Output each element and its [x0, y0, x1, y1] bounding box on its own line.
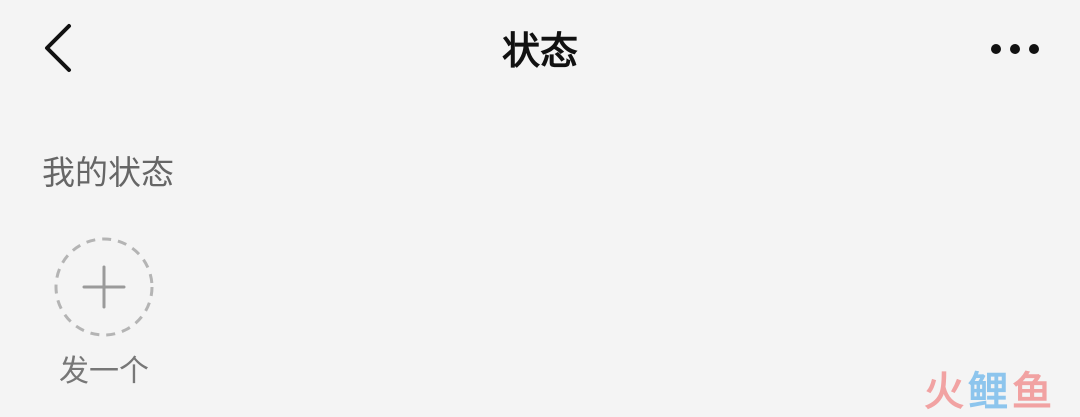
watermark-char: 火	[924, 369, 968, 415]
add-status-button[interactable]: 发一个	[44, 228, 164, 394]
more-button[interactable]	[980, 24, 1050, 76]
add-status-circle[interactable]	[53, 236, 155, 338]
page-title: 状态	[501, 29, 578, 73]
my-status-label: 我的状态	[42, 153, 174, 192]
watermark-char: 鲤	[968, 369, 1012, 415]
add-status-label: 发一个	[59, 354, 149, 389]
plus-icon	[82, 265, 126, 309]
watermark-logo: 火 鲤 鱼	[924, 364, 1056, 415]
header: 状态	[0, 0, 1080, 100]
more-horizontal-icon	[989, 41, 1041, 60]
watermark-char: 鱼	[1012, 369, 1056, 415]
